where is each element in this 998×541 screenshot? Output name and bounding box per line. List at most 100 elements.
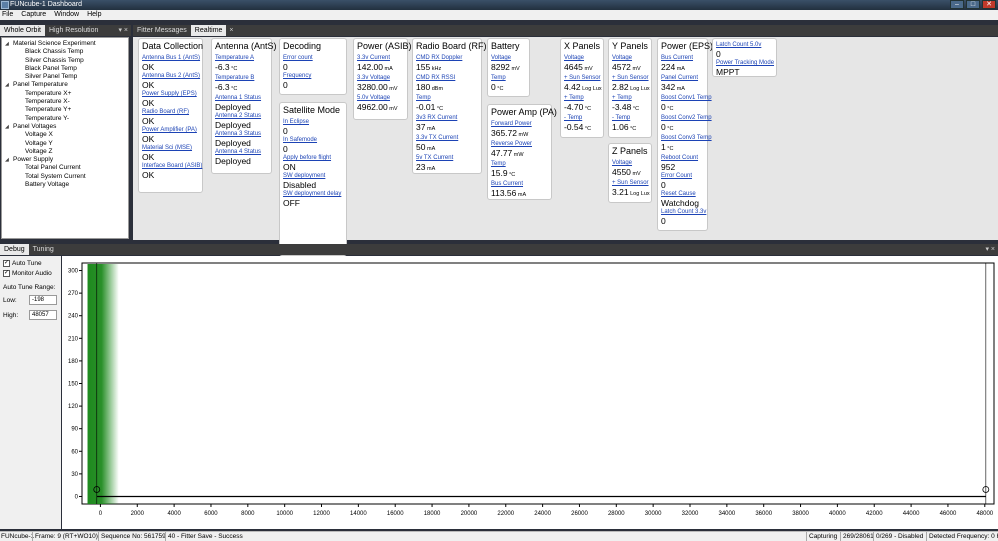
- telemetry-link[interactable]: Antenna 3 Status: [215, 130, 268, 138]
- telemetry-link[interactable]: Voltage: [564, 54, 600, 62]
- menu-window[interactable]: Window: [54, 10, 79, 20]
- telemetry-link[interactable]: Latch Count 5.0v: [716, 41, 773, 49]
- tab-tuning[interactable]: Tuning: [29, 244, 58, 255]
- telemetry-link[interactable]: Material Sci (MSE): [142, 144, 199, 152]
- telemetry-link[interactable]: Antenna 1 Status: [215, 94, 268, 102]
- telemetry-link[interactable]: SW deployment delay: [283, 190, 343, 198]
- telemetry-link[interactable]: In Eclipse: [283, 118, 343, 126]
- tab-realtime[interactable]: Realtime: [190, 25, 227, 36]
- menu-help[interactable]: Help: [87, 10, 101, 20]
- tree-item[interactable]: Black Panel Temp: [2, 65, 128, 73]
- maximize-button[interactable]: □: [966, 0, 980, 9]
- tree-item[interactable]: Black Chassis Temp: [2, 48, 128, 56]
- tab-close-icon[interactable]: ×: [226, 25, 236, 36]
- tree-group[interactable]: ◢ Material Science Experiment: [2, 40, 128, 48]
- telemetry-link[interactable]: Reset Cause: [661, 190, 704, 198]
- telemetry-link[interactable]: Power Supply (EPS): [142, 90, 199, 98]
- tree-group[interactable]: ◢ Power Supply: [2, 156, 128, 164]
- telemetry-link[interactable]: Power Amplifier (PA): [142, 126, 199, 134]
- tree-item[interactable]: Total System Current: [2, 173, 128, 181]
- menu-capture[interactable]: Capture: [21, 10, 46, 20]
- telemetry-link[interactable]: Forward Power: [491, 120, 548, 128]
- telemetry-link[interactable]: 3.3v Voltage: [357, 74, 404, 82]
- bottom-pane-controls[interactable]: ▾ ×: [985, 244, 995, 255]
- tree-item[interactable]: Battery Voltage: [2, 181, 128, 189]
- telemetry-link[interactable]: Temperature B: [215, 74, 268, 82]
- tree-item[interactable]: Total Panel Current: [2, 164, 128, 172]
- telemetry-link[interactable]: + Temp: [612, 94, 648, 102]
- telemetry-link[interactable]: Voltage: [612, 54, 648, 62]
- auto-tune-checkbox[interactable]: ✓ Auto Tune: [3, 260, 42, 267]
- telemetry-link[interactable]: Boost Conv2 Temp: [661, 114, 712, 122]
- telemetry-link[interactable]: In Safemode: [283, 136, 343, 144]
- value-number: 4.42: [564, 82, 581, 92]
- low-input[interactable]: -198: [29, 295, 57, 305]
- telemetry-link[interactable]: 3.3v TX Current: [416, 134, 478, 142]
- telemetry-link[interactable]: Interface Board (ASIB): [142, 162, 202, 170]
- telemetry-link[interactable]: SW deployment: [283, 172, 343, 180]
- telemetry-link[interactable]: Antenna Bus 2 (AntS): [142, 72, 200, 80]
- tab-debug[interactable]: Debug: [0, 244, 29, 255]
- minimize-button[interactable]: –: [950, 0, 964, 9]
- telemetry-link[interactable]: - Temp: [564, 114, 600, 122]
- telemetry-link[interactable]: 3v3 RX Current: [416, 114, 478, 122]
- tree-item[interactable]: Silver Panel Temp: [2, 73, 128, 81]
- telemetry-link[interactable]: 3.3v Current: [357, 54, 404, 62]
- telemetry-link[interactable]: Bus Current: [661, 54, 704, 62]
- close-button[interactable]: ✕: [982, 0, 996, 9]
- tree-item[interactable]: Temperature X+: [2, 90, 128, 98]
- tree-item[interactable]: Silver Chassis Temp: [2, 57, 128, 65]
- telemetry-link[interactable]: + Sun Sensor: [564, 74, 601, 82]
- telemetry-link[interactable]: Boost Conv3 Temp: [661, 134, 712, 142]
- telemetry-link[interactable]: + Temp: [564, 94, 600, 102]
- telemetry-link[interactable]: Voltage: [612, 159, 648, 167]
- tab-high-resolution[interactable]: High Resolution: [45, 25, 102, 36]
- telemetry-link[interactable]: Temperature A: [215, 54, 268, 62]
- telemetry-link[interactable]: Antenna 2 Status: [215, 112, 268, 120]
- telemetry-link[interactable]: Reverse Power: [491, 140, 548, 148]
- telemetry-link[interactable]: Bus Current: [491, 180, 548, 188]
- expand-arrow-icon[interactable]: ◢: [5, 123, 13, 131]
- telemetry-link[interactable]: Frequency: [283, 72, 343, 80]
- telemetry-link[interactable]: Antenna 4 Status: [215, 148, 268, 156]
- tree-group[interactable]: ◢ Panel Temperature: [2, 81, 128, 89]
- tab-fitter-messages[interactable]: Fitter Messages: [133, 25, 191, 36]
- telemetry-link[interactable]: Error Count: [661, 172, 704, 180]
- telemetry-link[interactable]: CMD RX RSSI: [416, 74, 478, 82]
- telemetry-link[interactable]: Apply before flight: [283, 154, 343, 162]
- telemetry-link[interactable]: Panel Current: [661, 74, 704, 82]
- telemetry-link[interactable]: 5v TX Current: [416, 154, 478, 162]
- telemetry-link[interactable]: Temp: [416, 94, 478, 102]
- telemetry-link[interactable]: Antenna Bus 1 (AntS): [142, 54, 200, 62]
- expand-arrow-icon[interactable]: ◢: [5, 40, 13, 48]
- telemetry-link[interactable]: + Sun Sensor: [612, 179, 649, 187]
- tree-item[interactable]: Voltage Y: [2, 140, 128, 148]
- telemetry-link[interactable]: - Temp: [612, 114, 648, 122]
- tree-item[interactable]: Temperature Y+: [2, 106, 128, 114]
- telemetry-link[interactable]: Temp: [491, 160, 548, 168]
- telemetry-link[interactable]: Reboot Count: [661, 154, 704, 162]
- high-input[interactable]: 48057: [29, 310, 57, 320]
- tree-group[interactable]: ◢ Panel Voltages: [2, 123, 128, 131]
- tree-item[interactable]: Temperature Y-: [2, 115, 128, 123]
- telemetry-link[interactable]: Power Tracking Mode: [716, 59, 774, 67]
- telemetry-link[interactable]: + Sun Sensor: [612, 74, 649, 82]
- tree-item[interactable]: Temperature X-: [2, 98, 128, 106]
- telemetry-link[interactable]: Voltage: [491, 54, 526, 62]
- expand-arrow-icon[interactable]: ◢: [5, 156, 13, 164]
- telemetry-link[interactable]: 5.0v Voltage: [357, 94, 404, 102]
- telemetry-link[interactable]: Latch Count 3.3v: [661, 208, 706, 216]
- pane-pin-icon[interactable]: ▾ ×: [118, 25, 128, 36]
- telemetry-link[interactable]: Boost Conv1 Temp: [661, 94, 712, 102]
- expand-arrow-icon[interactable]: ◢: [5, 81, 13, 89]
- tab-whole-orbit[interactable]: Whole Orbit: [0, 25, 45, 36]
- menu-file[interactable]: File: [2, 10, 13, 20]
- telemetry-link[interactable]: Temp: [491, 74, 526, 82]
- left-pane-header: Whole Orbit High Resolution ▾ ×: [0, 25, 131, 36]
- monitor-audio-checkbox[interactable]: ✓ Monitor Audio: [3, 270, 52, 277]
- tree-item[interactable]: Voltage Z: [2, 148, 128, 156]
- telemetry-link[interactable]: Error count: [283, 54, 343, 62]
- telemetry-link[interactable]: Radio Board (RF): [142, 108, 199, 116]
- telemetry-link[interactable]: CMD RX Doppler: [416, 54, 478, 62]
- tree-item[interactable]: Voltage X: [2, 131, 128, 139]
